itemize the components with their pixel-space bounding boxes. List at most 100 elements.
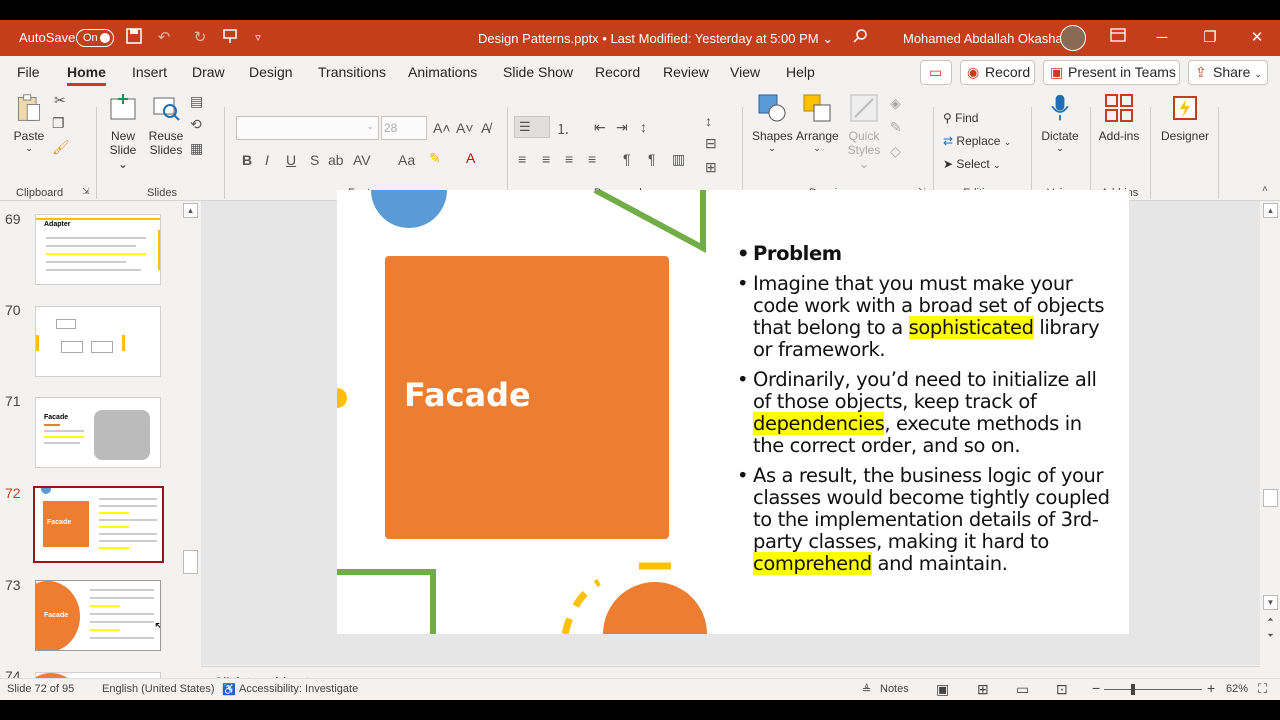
notes-icon[interactable]: ≜: [862, 683, 871, 696]
addins-button[interactable]: Add-ins: [1096, 93, 1142, 143]
tab-review[interactable]: Review: [663, 64, 709, 80]
underline-icon[interactable]: U: [286, 152, 296, 168]
font-color-icon[interactable]: A: [466, 150, 475, 166]
justify-icon[interactable]: ≡: [588, 151, 596, 167]
layout-icon[interactable]: ▤: [190, 93, 203, 110]
align-text-icon[interactable]: ⊟: [705, 135, 717, 152]
tab-record[interactable]: Record: [595, 64, 640, 80]
shape-effects-icon[interactable]: ◇: [890, 143, 901, 160]
align-left-icon[interactable]: ≡: [518, 151, 526, 167]
smartart-icon[interactable]: ⊞: [705, 159, 717, 176]
present-in-teams-button[interactable]: ▣ Present in Teams: [1043, 60, 1180, 85]
tab-home[interactable]: Home: [67, 64, 106, 86]
shape-fill-icon[interactable]: ◈: [890, 95, 901, 112]
format-painter-icon[interactable]: 🖌: [52, 139, 70, 156]
center-icon[interactable]: ≡: [542, 151, 550, 167]
normal-view-icon[interactable]: ▣: [936, 681, 949, 698]
slide-thumbnail-69[interactable]: Adapter: [35, 214, 161, 285]
customize-toolbar-icon[interactable]: ▿: [248, 28, 268, 48]
accessibility-status[interactable]: Accessibility: Investigate: [239, 683, 358, 695]
reuse-slides-button[interactable]: Reuse Slides: [147, 93, 185, 157]
paste-button[interactable]: Paste ⌄: [12, 93, 46, 154]
numbering-icon[interactable]: ⒈: [556, 119, 570, 139]
language-indicator[interactable]: English (United States): [102, 683, 215, 695]
document-title[interactable]: Design Patterns.pptx • Last Modified: Ye…: [478, 31, 833, 47]
user-name[interactable]: Mohamed Abdallah Okasha: [903, 31, 1063, 46]
save-icon[interactable]: [124, 28, 144, 48]
slide-thumbnail-70[interactable]: [35, 306, 161, 377]
font-size-box[interactable]: 28: [381, 116, 427, 140]
undo-icon[interactable]: ↶: [154, 28, 174, 48]
arrange-button[interactable]: Arrange ⌄: [796, 93, 839, 154]
quick-styles-button[interactable]: Quick Styles ⌄: [842, 93, 886, 171]
zoom-in-icon[interactable]: +: [1207, 680, 1215, 696]
tab-animations[interactable]: Animations: [408, 64, 477, 80]
shape-outline-icon[interactable]: ✎: [890, 119, 902, 136]
redo-icon[interactable]: ↻: [190, 28, 210, 48]
bullets-button[interactable]: ☰: [514, 116, 550, 138]
slide-thumbnail-73[interactable]: Facade ↖: [35, 580, 161, 651]
zoom-out-icon[interactable]: −: [1092, 680, 1100, 696]
clear-formatting-icon[interactable]: A̸: [481, 120, 490, 136]
strikethrough-icon[interactable]: ab: [328, 152, 344, 168]
slide-thumbnail-72[interactable]: Facade: [33, 486, 164, 563]
next-slide-icon[interactable]: ⏷: [1263, 629, 1278, 644]
shapes-button[interactable]: Shapes ⌄: [752, 93, 793, 154]
reset-icon[interactable]: ⟲: [190, 116, 202, 133]
scroll-up-icon[interactable]: ▲: [183, 203, 198, 218]
close-icon[interactable]: ✕: [1247, 28, 1267, 48]
shadow-icon[interactable]: S: [310, 152, 319, 168]
highlight-icon[interactable]: ✎: [429, 150, 441, 167]
notes-toggle[interactable]: Notes: [880, 683, 909, 695]
ribbon-display-icon[interactable]: [1108, 28, 1128, 48]
tab-file[interactable]: File: [17, 64, 40, 80]
cut-icon[interactable]: ✂: [54, 92, 66, 109]
tab-insert[interactable]: Insert: [132, 64, 167, 80]
find-button[interactable]: ⚲ Find: [943, 111, 978, 125]
zoom-slider[interactable]: [1104, 689, 1202, 690]
tab-draw[interactable]: Draw: [192, 64, 225, 80]
restore-icon[interactable]: ❐: [1200, 28, 1220, 48]
replace-button[interactable]: ⇄ Replace ⌄: [943, 134, 1011, 148]
ltr-icon[interactable]: ¶: [623, 151, 631, 167]
slide-title[interactable]: Facade: [404, 376, 531, 414]
fit-to-window-icon[interactable]: ⛶: [1258, 681, 1267, 697]
section-icon[interactable]: ▦: [190, 140, 203, 157]
reading-view-icon[interactable]: ▭: [1016, 681, 1029, 698]
thumbnails-scrollbar[interactable]: ▲ ▼: [182, 201, 199, 698]
tab-view[interactable]: View: [730, 64, 760, 80]
tab-design[interactable]: Design: [249, 64, 293, 80]
slide-body-text[interactable]: Problem Imagine that you must make your …: [737, 243, 1117, 583]
designer-button[interactable]: Designer: [1156, 93, 1214, 143]
rtl-icon[interactable]: ¶: [648, 151, 656, 167]
bold-icon[interactable]: B: [242, 152, 252, 168]
tab-help[interactable]: Help: [786, 64, 815, 80]
slideshow-icon[interactable]: ⊡: [1056, 681, 1068, 698]
change-case-icon[interactable]: Aa: [398, 152, 415, 168]
collapse-ribbon-icon[interactable]: ˄: [1262, 184, 1268, 195]
record-button[interactable]: ◉ Record: [960, 60, 1035, 85]
text-direction-icon[interactable]: ↕: [705, 113, 712, 129]
increase-indent-icon[interactable]: ⇥: [616, 119, 628, 136]
dictate-button[interactable]: Dictate ⌄: [1039, 93, 1081, 154]
align-right-icon[interactable]: ≡: [565, 151, 573, 167]
new-slide-button[interactable]: New Slide ⌄: [103, 93, 143, 171]
accessibility-icon[interactable]: ♿: [222, 683, 236, 696]
character-spacing-icon[interactable]: AV: [353, 152, 371, 168]
present-from-start-icon[interactable]: [220, 28, 240, 48]
copy-icon[interactable]: ❐: [52, 115, 65, 132]
scroll-down-icon[interactable]: ▼: [1263, 595, 1278, 610]
columns-icon[interactable]: ▥: [672, 151, 685, 168]
decrease-font-icon[interactable]: A˅: [456, 120, 474, 136]
scroll-thumb[interactable]: [1263, 489, 1278, 507]
tab-transitions[interactable]: Transitions: [318, 64, 386, 80]
current-slide[interactable]: Facade Problem Imagine that you must mak…: [337, 190, 1129, 634]
zoom-level[interactable]: 62%: [1226, 683, 1248, 695]
scroll-up-icon[interactable]: ▲: [1263, 203, 1278, 218]
italic-icon[interactable]: I: [265, 152, 269, 168]
slide-scrollbar[interactable]: ▲ ▼ ⏶ ⏷ ▼: [1261, 201, 1280, 698]
avatar[interactable]: [1060, 25, 1086, 51]
minimize-icon[interactable]: ─: [1152, 28, 1172, 48]
previous-slide-icon[interactable]: ⏶: [1263, 613, 1278, 628]
increase-font-icon[interactable]: A˄: [433, 120, 451, 136]
